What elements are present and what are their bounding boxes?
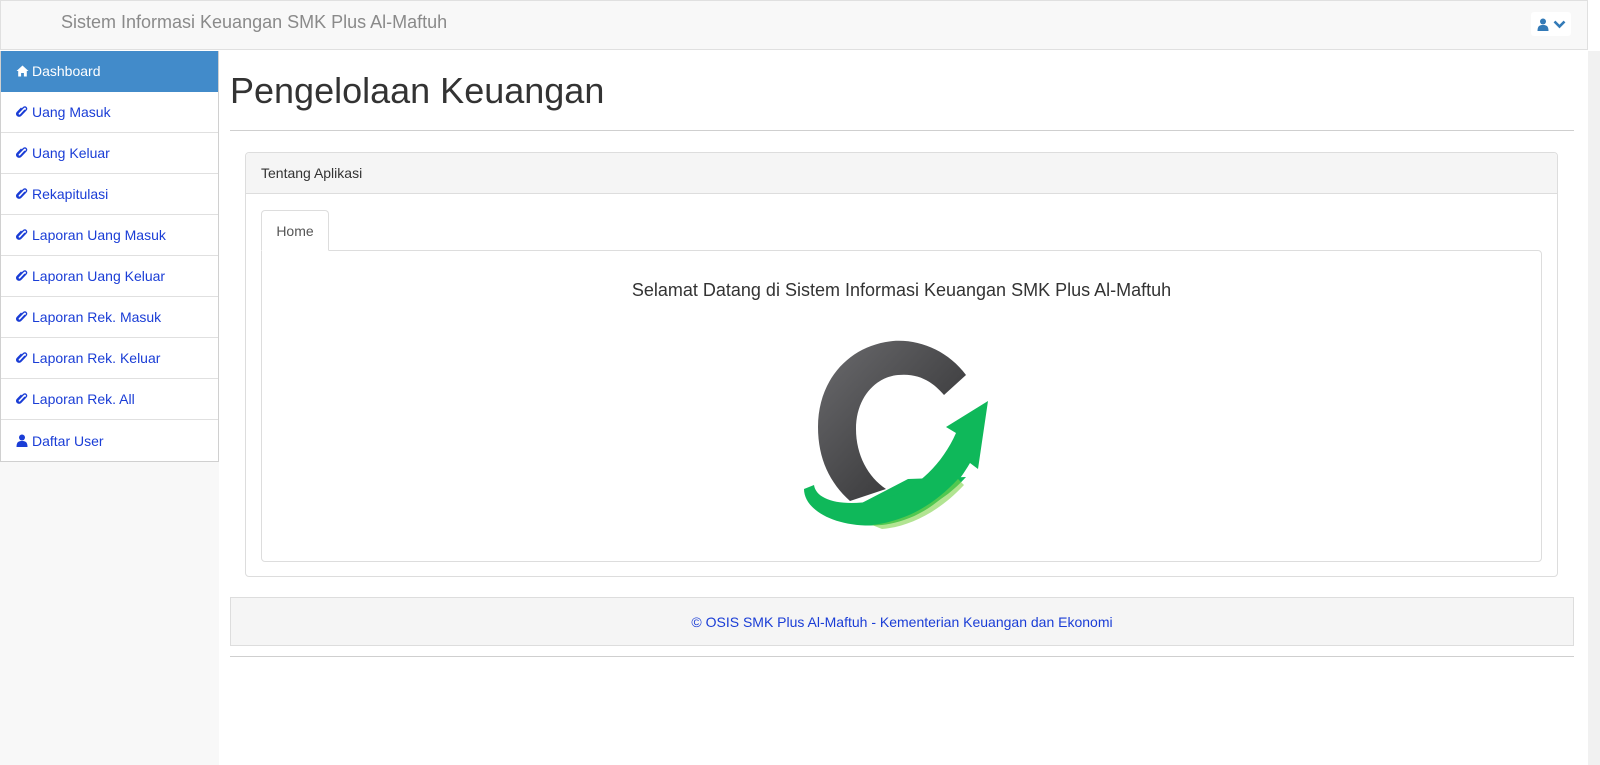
sidebar-item-uang-masuk[interactable]: Uang Masuk xyxy=(1,92,218,133)
sidebar-nav: Dashboard Uang Masuk Uang Keluar Rekapit… xyxy=(0,51,219,462)
paperclip-icon xyxy=(16,146,32,160)
sidebar-item-rekapitulasi[interactable]: Rekapitulasi xyxy=(1,174,218,215)
panel-heading: Tentang Aplikasi xyxy=(246,153,1557,194)
sidebar-item-label: Laporan Rek. All xyxy=(32,391,135,407)
sidebar-item-daftar-user[interactable]: Daftar User xyxy=(1,420,218,461)
page-title: Pengelolaan Keuangan xyxy=(230,70,605,111)
divider xyxy=(230,130,1574,131)
paperclip-icon xyxy=(16,310,32,324)
paperclip-icon xyxy=(16,351,32,365)
tab-home[interactable]: Home xyxy=(261,210,329,251)
sidebar-item-label: Dashboard xyxy=(32,63,101,79)
user-menu-toggle[interactable] xyxy=(1531,12,1571,36)
sidebar-item-label: Laporan Uang Masuk xyxy=(32,227,166,243)
top-navbar: Sistem Informasi Keuangan SMK Plus Al-Ma… xyxy=(0,0,1588,50)
user-icon xyxy=(1537,18,1548,31)
sidebar-item-uang-keluar[interactable]: Uang Keluar xyxy=(1,133,218,174)
divider xyxy=(230,656,1574,657)
app-logo xyxy=(804,340,988,529)
paperclip-icon xyxy=(16,228,32,242)
sidebar-item-label: Laporan Uang Keluar xyxy=(32,268,166,284)
tab-content: Selamat Datang di Sistem Informasi Keuan… xyxy=(261,250,1542,562)
paperclip-icon xyxy=(16,105,32,119)
sidebar-item-laporan-rek-keluar[interactable]: Laporan Rek. Keluar xyxy=(1,338,218,379)
paperclip-icon xyxy=(16,269,32,283)
paperclip-icon xyxy=(16,392,32,406)
sidebar-item-label: Uang Keluar xyxy=(32,145,110,161)
page-scrollbar[interactable] xyxy=(1588,51,1600,765)
welcome-text: Selamat Datang di Sistem Informasi Keuan… xyxy=(631,280,1172,300)
sidebar-item-label: Uang Masuk xyxy=(32,104,111,120)
sidebar-item-label: Rekapitulasi xyxy=(32,186,109,202)
sidebar-item-laporan-rek-masuk[interactable]: Laporan Rek. Masuk xyxy=(1,297,218,338)
footer: © OSIS SMK Plus Al-Maftuh - Kementerian … xyxy=(230,597,1574,646)
about-panel: Tentang Aplikasi Home Selamat Datang di … xyxy=(245,152,1558,577)
sidebar-item-label: Laporan Rek. Keluar xyxy=(32,350,161,366)
user-icon xyxy=(16,434,32,447)
app-brand[interactable]: Sistem Informasi Keuangan SMK Plus Al-Ma… xyxy=(61,12,447,33)
sidebar-item-laporan-uang-masuk[interactable]: Laporan Uang Masuk xyxy=(1,215,218,256)
sidebar-item-label: Laporan Rek. Masuk xyxy=(32,309,162,325)
sidebar-item-dashboard[interactable]: Dashboard xyxy=(1,51,218,92)
sidebar-item-laporan-rek-all[interactable]: Laporan Rek. All xyxy=(1,379,218,420)
paperclip-icon xyxy=(16,187,32,201)
footer-text[interactable]: © OSIS SMK Plus Al-Maftuh - Kementerian … xyxy=(691,614,1112,630)
home-icon xyxy=(16,65,32,77)
sidebar-item-laporan-uang-keluar[interactable]: Laporan Uang Keluar xyxy=(1,256,218,297)
chevron-down-icon xyxy=(1553,20,1565,28)
sidebar-item-label: Daftar User xyxy=(32,432,104,449)
